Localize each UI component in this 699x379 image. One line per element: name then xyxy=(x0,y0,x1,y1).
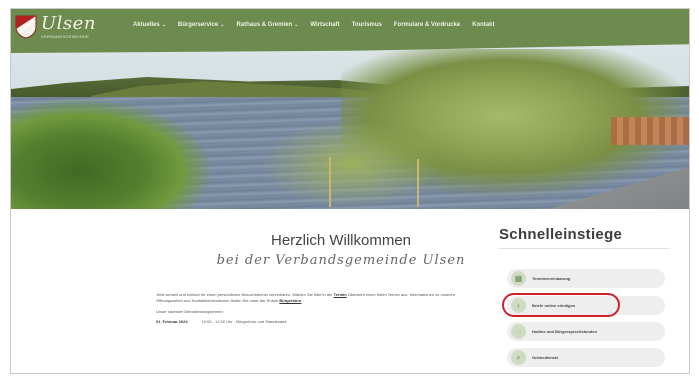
hero-bush-mid xyxy=(261,119,441,209)
logo-subtitle: VERBANDSGEMEINDE xyxy=(41,34,90,39)
paragraph-text: Jetzt schnell und einfach Ihr einen pers… xyxy=(156,292,333,297)
highlight-circle xyxy=(502,293,620,317)
chevron-down-icon: ⌄ xyxy=(161,22,166,28)
nav-item-rathaus[interactable]: Rathaus & Gremien ⌄ xyxy=(236,22,298,28)
welcome-subtitle: bei der Verbandsgemeinde Ulsen xyxy=(216,253,466,268)
nav-item-kontakt[interactable]: Kontakt xyxy=(472,22,494,28)
quicklink-label: Terminvereinbarung xyxy=(532,276,571,281)
main-content: Herzlich Willkommen bei der Verbandsgeme… xyxy=(11,209,689,373)
hero-reed xyxy=(329,157,331,207)
nav-label: Kontakt xyxy=(472,22,495,28)
appointment-row: 01. Februar 2024 10:00 - 12:00 Uhr - Bür… xyxy=(156,319,287,324)
appointment-date: 01. Februar 2024 xyxy=(156,319,188,324)
chat-icon: ◌ xyxy=(511,324,526,339)
nav-item-formulare[interactable]: Formulare & Vordrucke xyxy=(394,22,460,28)
hero-trees-left xyxy=(11,99,211,209)
browser-frame: Ulsen VERBANDSGEMEINDE Aktuelles ⌄ Bürge… xyxy=(10,8,690,374)
appointment-time: 10:00 - 12:00 Uhr - Bürgerbüro und Stand… xyxy=(201,319,287,324)
quicklink-label: Hotline und Bürgersprechstunden xyxy=(532,329,597,334)
site-logo[interactable]: Ulsen VERBANDSGEMEINDE xyxy=(15,15,96,39)
buergerbuero-link[interactable]: Bürgerbüro xyxy=(279,298,301,303)
quicklinks-title: Schnelleinstiege xyxy=(499,226,623,243)
hero-reed xyxy=(417,159,419,207)
crest-icon xyxy=(15,15,37,39)
nav-label: Formulare & Vordrucke xyxy=(393,22,461,28)
next-appointment-note: Unser nächster Dienstleistungstermin: xyxy=(156,309,224,314)
quicklinks-divider xyxy=(499,248,669,249)
nav-item-aktuelles[interactable]: Aktuelles ⌄ xyxy=(133,22,166,28)
main-nav: Aktuelles ⌄ Bürgerservice ⌄ Rathaus & Gr… xyxy=(133,22,494,28)
nav-label: Tourismus xyxy=(351,22,382,28)
nav-label: Aktuelles xyxy=(133,22,160,28)
nav-item-wirtschaft[interactable]: Wirtschaft xyxy=(310,22,339,28)
hero-railing xyxy=(611,117,689,145)
welcome-paragraph: Jetzt schnell und einfach Ihr einen pers… xyxy=(156,292,481,304)
hero-banner: Ulsen VERBANDSGEMEINDE Aktuelles ⌄ Bürge… xyxy=(11,9,689,209)
quicklink-onlinedienste[interactable]: ⌕ Onlinedienste xyxy=(507,348,665,367)
nav-item-tourismus[interactable]: Tourismus xyxy=(352,22,382,28)
search-icon: ⌕ xyxy=(511,350,526,365)
quicklink-terminvereinbarung[interactable]: ▦ Terminvereinbarung xyxy=(507,269,665,288)
termin-link[interactable]: Termin xyxy=(334,292,347,297)
welcome-title: Herzlich Willkommen xyxy=(270,232,412,249)
calendar-icon: ▦ xyxy=(511,271,526,286)
logo-title: Ulsen xyxy=(41,13,96,34)
chevron-down-icon: ⌄ xyxy=(294,22,299,28)
quicklink-label: Onlinedienste xyxy=(532,355,559,360)
nav-item-buergerservice[interactable]: Bürgerservice ⌄ xyxy=(178,22,225,28)
chevron-down-icon: ⌄ xyxy=(220,22,225,28)
nav-label: Rathaus & Gremien xyxy=(236,22,293,28)
nav-label: Bürgerservice xyxy=(177,22,219,28)
nav-label: Wirtschaft xyxy=(310,22,340,28)
quicklink-hotline[interactable]: ◌ Hotline und Bürgersprechstunden xyxy=(507,322,665,341)
